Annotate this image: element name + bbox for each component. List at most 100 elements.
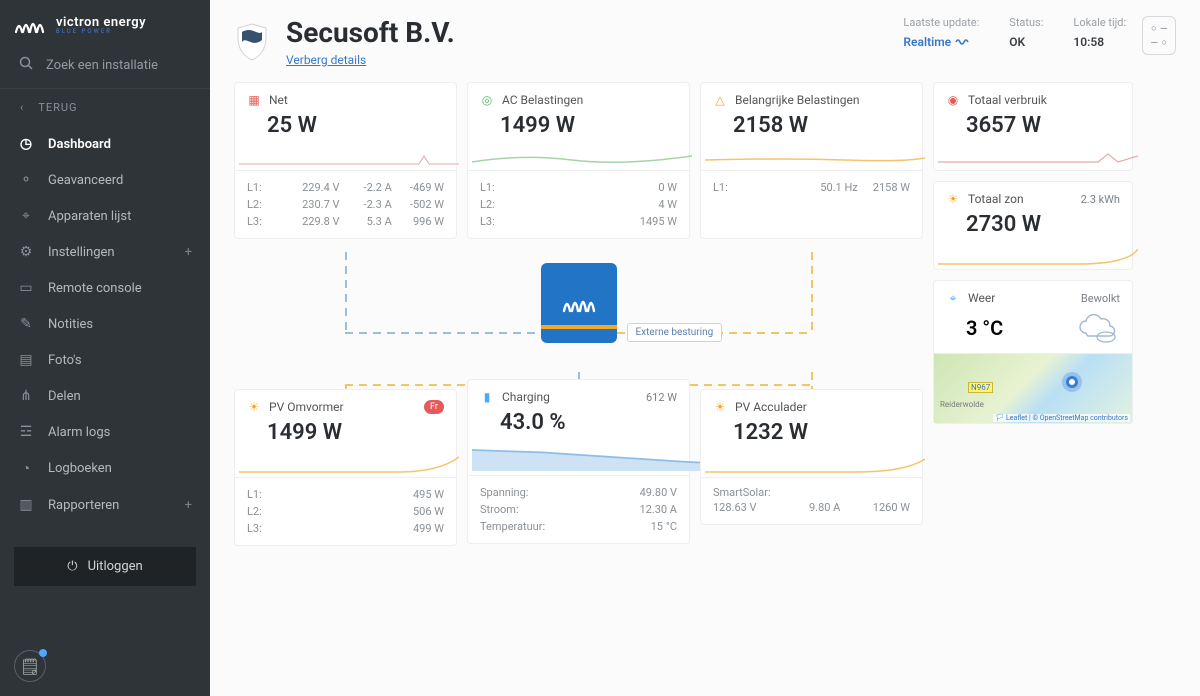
cloud-icon [1076,313,1120,343]
logo-waves-icon [14,14,48,36]
total-consumption-title: Totaal verbruik [968,93,1047,107]
grid-phase-table: L1:229.4 V-2.2 A-469 W L2:230.7 V-2.3 A-… [235,170,456,238]
weather-card[interactable]: ⌖ Weer Bewolkt 3 °C N967 Re [933,280,1133,424]
map-attribution: 🏳 Leaflet | © OpenStreetMap contributors [993,414,1130,422]
victron-logo-icon [561,291,597,315]
weather-title: Weer [968,291,995,305]
local-time-label: Lokale tijd: [1073,16,1126,29]
battery-card[interactable]: ▮ Charging 612 W 43.0 % Spanning:49.80 V… [467,379,690,544]
total-solar-kwh: 2.3 kWh [1081,193,1120,206]
logout-button[interactable]: ⏻ Uitloggen [14,547,196,586]
main-content: Secusoft B.V. Verberg details Laatste up… [210,0,1200,696]
sun-icon: ☀ [713,400,727,414]
pv-inverter-value: 1499 W [235,418,456,453]
sidebar: victron energy BLUE POWER Zoek een insta… [0,0,210,696]
sun-icon: ☀ [247,400,261,414]
nav-notes[interactable]: ✎ Notities [0,306,210,342]
solar-sparkline [934,245,1142,265]
brand-logo: victron energy BLUE POWER [0,0,210,42]
pv-inverter-phase-table: L1:495 W L2:506 W L3:499 W [235,477,456,545]
pv-inverter-title: PV Omvormer [269,400,344,414]
notes-fab[interactable]: 🗒 [14,650,46,682]
consumption-sparkline [934,146,1142,166]
battery-icon: ▮ [480,390,494,404]
header-meta: Laatste update: Realtime Status: OK Loka… [903,16,1126,49]
ac-loads-sparkline [468,146,696,166]
ac-loads-title: AC Belastingen [502,93,583,107]
photo-icon: ▤ [18,352,34,368]
search-input[interactable]: Zoek een installatie [0,42,210,89]
last-update-value: Realtime [903,35,979,49]
battery-title: Charging [502,390,550,404]
gauge-icon: ◷ [18,136,34,152]
toggle-details-link[interactable]: Verberg details [286,53,366,67]
grid-icon: ▦ [247,93,261,107]
total-solar-value: 2730 W [934,210,1132,245]
ac-loads-value: 1499 W [468,111,689,146]
share-icon: ⋔ [18,388,34,404]
note-icon: ✎ [18,316,34,332]
sun-icon: ☀ [946,192,960,206]
realtime-wave-icon [955,37,971,47]
inverter-node[interactable]: Externe besturing [541,263,617,343]
search-icon [18,56,34,74]
power-icon: ⏻ [67,559,77,574]
critical-loads-card[interactable]: △ Belangrijke Belastingen 2158 W L1:50.1… [700,82,923,239]
pv-inverter-card[interactable]: ☀ PV Omvormer Fr 1499 W L1:495 W L2:506 … [234,389,457,546]
nav-devices[interactable]: ⌖ Apparaten lijst [0,198,210,234]
nav-alarm-logs[interactable]: ☲ Alarm logs [0,414,210,450]
view-options-button[interactable]: ○─ ─○ [1142,16,1176,55]
critical-loads-value: 2158 W [701,111,922,146]
battery-soc: 43.0 % [468,408,689,443]
back-link[interactable]: ‹ TERUG [0,89,210,126]
pv-charger-card[interactable]: ☀ PV Acculader 1232 W SmartSolar: 128.63… [700,389,923,525]
clipboard-icon: 🗒 [20,657,40,676]
gear-icon: ⚙ [18,244,34,260]
page-header: Secusoft B.V. Verberg details Laatste up… [234,16,1176,68]
map-place-label: Reiderwolde [940,400,984,409]
last-update-label: Laatste update: [903,16,979,29]
ac-loads-phase-table: L1:0 W L2:4 W L3:1495 W [468,170,689,238]
weather-temp: 3 °C [966,316,1003,340]
alarm-icon: ☲ [18,424,34,440]
critical-loads-title: Belangrijke Belastingen [735,93,860,107]
location-map[interactable]: N967 Reiderwolde 🏳 Leaflet | © OpenStree… [934,353,1132,423]
critical-loads-phase-table: L1:50.1 Hz2158 W . . [701,170,922,238]
pv-inverter-sparkline [235,453,463,473]
battery-sparkline [468,443,733,471]
nav-settings[interactable]: ⚙ Instellingen + [0,234,210,270]
nav-remote-console[interactable]: ▭ Remote console [0,270,210,306]
nav-report[interactable]: ▥ Rapporteren + [0,487,210,523]
status-value: OK [1009,35,1043,49]
warning-icon: △ [713,93,727,107]
grid-card[interactable]: ▦ Net 25 W L1:229.4 V-2.2 A-469 W L2:230… [234,82,457,239]
grid-sparkline [235,146,463,166]
plug-icon: ◎ [480,93,494,107]
nav-advanced[interactable]: ⚬ Geavanceerd [0,162,210,198]
fronius-badge-icon: Fr [424,400,444,414]
nav-share[interactable]: ⋔ Delen [0,378,210,414]
console-icon: ▭ [18,280,34,296]
nav-photos[interactable]: ▤ Foto's [0,342,210,378]
ac-loads-card[interactable]: ◎ AC Belastingen 1499 W L1:0 W L2:4 W L3… [467,82,690,239]
nav-dashboard[interactable]: ◷ Dashboard [0,126,210,162]
nav-logbooks[interactable]: ◔ Logboeken [0,450,210,487]
weather-state: Bewolkt [1081,292,1120,305]
total-consumption-card[interactable]: ◉ Totaal verbruik 3657 W [933,82,1133,171]
installation-shield-icon [234,22,270,62]
total-solar-card[interactable]: ☀ Totaal zon 2.3 kWh 2730 W [933,181,1133,270]
status-label: Status: [1009,16,1043,29]
grid-title: Net [269,93,288,107]
total-consumption-value: 3657 W [934,111,1132,146]
total-solar-title: Totaal zon [968,192,1024,206]
installation-title: Secusoft B.V. [286,16,455,49]
pin-icon: ⌖ [18,208,34,224]
clock-icon: ◔ [18,460,34,477]
chevron-left-icon: ‹ [20,101,24,114]
plus-icon: + [185,498,192,513]
grid-value: 25 W [235,111,456,146]
local-time-value: 10:58 [1073,35,1126,49]
location-pin-icon: ⌖ [946,291,960,305]
battery-watts: 612 W [646,391,677,404]
pv-charger-details: SmartSolar: 128.63 V9.80 A1260 W [701,477,922,524]
